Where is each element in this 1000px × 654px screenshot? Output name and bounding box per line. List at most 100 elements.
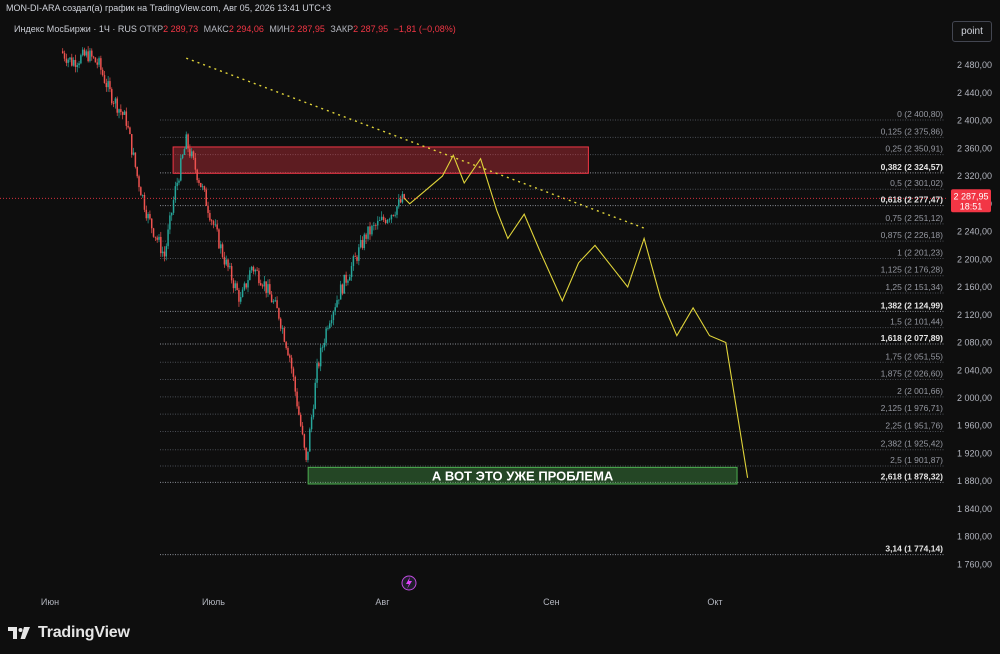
time-label: Июль bbox=[202, 597, 225, 607]
candle-body bbox=[347, 280, 349, 283]
candle-body bbox=[94, 57, 97, 63]
price-axis[interactable]: 2 480,00 2 440,00 2 400,00 2 360,00 2 320,00… bbox=[957, 60, 992, 569]
fib-level-label: 3,14 (1 774,14) bbox=[885, 544, 943, 554]
candle-body bbox=[69, 57, 71, 60]
candle-body bbox=[196, 169, 198, 181]
candle-body bbox=[203, 186, 206, 190]
fib-level-label: 1,5 (2 101,44) bbox=[890, 317, 943, 327]
fib-level-label: 2 (2 001,66) bbox=[897, 386, 943, 396]
candle-body bbox=[200, 182, 202, 188]
candle-body bbox=[227, 259, 229, 268]
price-tick-label: 1 960,00 bbox=[957, 421, 992, 431]
fib-level-label: 1,25 (2 151,34) bbox=[885, 282, 943, 292]
candle-body bbox=[345, 274, 347, 283]
fib-level-label: 0,25 (2 350,91) bbox=[885, 144, 943, 154]
price-tick-label: 1 880,00 bbox=[957, 476, 992, 486]
candle-body bbox=[63, 53, 66, 59]
candle-body bbox=[350, 266, 353, 278]
candle-body bbox=[207, 205, 209, 213]
candle-body bbox=[221, 244, 224, 257]
candle-body bbox=[312, 408, 315, 418]
candle-body bbox=[270, 294, 273, 303]
candle-body bbox=[307, 451, 309, 460]
price-tick-label: 2 200,00 bbox=[957, 254, 992, 264]
candle-body bbox=[289, 355, 291, 358]
candle-body bbox=[373, 224, 375, 226]
candle-body bbox=[109, 81, 111, 90]
candle-body bbox=[230, 266, 233, 281]
fib-level-label: 2,618 (1 878,32) bbox=[881, 471, 944, 481]
candle-body bbox=[163, 251, 166, 257]
candle-body bbox=[107, 81, 109, 88]
tradingview-logo-icon bbox=[8, 627, 30, 639]
candle-body bbox=[278, 308, 280, 319]
candle-body bbox=[236, 283, 238, 290]
candle-body bbox=[91, 50, 93, 57]
candle-body bbox=[114, 98, 117, 104]
candle-body bbox=[392, 214, 395, 216]
candle-body bbox=[121, 112, 124, 115]
fib-level-label: 2,125 (1 976,71) bbox=[881, 403, 944, 413]
fib-level-label: 0,618 (2 277,47) bbox=[881, 195, 944, 205]
fib-level-label: 1,875 (2 026,60) bbox=[881, 369, 944, 379]
price-tick-label: 2 120,00 bbox=[957, 310, 992, 320]
candle-body bbox=[380, 216, 383, 221]
trendline bbox=[186, 57, 645, 229]
candle-body bbox=[212, 221, 215, 225]
price-tick-label: 2 240,00 bbox=[957, 227, 992, 237]
candle-body bbox=[261, 285, 264, 287]
fib-level-label: 2,25 (1 951,76) bbox=[885, 420, 943, 430]
candle-body bbox=[247, 280, 249, 288]
fib-level-label: 1 (2 201,23) bbox=[897, 247, 943, 257]
candle-body bbox=[365, 234, 367, 239]
candle-body bbox=[305, 447, 307, 460]
annotation-label: А ВОТ ЭТО УЖЕ ПРОБЛЕМА bbox=[432, 469, 614, 484]
candle-body bbox=[209, 212, 211, 221]
candle-body bbox=[390, 214, 393, 220]
candle-body bbox=[152, 228, 155, 237]
fib-level-label: 2,382 (1 925,42) bbox=[881, 439, 944, 449]
candle-body bbox=[274, 300, 277, 302]
candle-body bbox=[136, 166, 138, 177]
candle-body bbox=[269, 284, 271, 295]
resistance-zone bbox=[172, 146, 589, 174]
candle-body bbox=[220, 244, 222, 249]
price-tick-label: 1 920,00 bbox=[957, 448, 992, 458]
candle-body bbox=[160, 236, 162, 254]
candle-body bbox=[321, 347, 324, 349]
candle-body bbox=[229, 266, 231, 268]
candle-body bbox=[141, 194, 144, 196]
lightning-icon bbox=[401, 575, 417, 591]
candle-body bbox=[371, 225, 373, 235]
time-label: Июн bbox=[41, 597, 59, 607]
candle-body bbox=[375, 224, 377, 226]
candle-body bbox=[290, 357, 293, 369]
candle-body bbox=[180, 158, 182, 181]
candle-body bbox=[356, 256, 358, 261]
zones: А ВОТ ЭТО УЖЕ ПРОБЛЕМА bbox=[172, 146, 738, 485]
projection-path bbox=[403, 153, 749, 478]
fib-level-label: 0,75 (2 251,12) bbox=[885, 213, 943, 223]
candle-body bbox=[192, 151, 195, 158]
candle-body bbox=[181, 154, 184, 159]
candle-body bbox=[225, 259, 227, 265]
fib-extension[interactable]: 0 (2 400,80) 0,125 (2 375,86) 0,25 (2 350,… bbox=[160, 109, 945, 556]
candle-body bbox=[76, 65, 78, 67]
candle-body bbox=[143, 194, 146, 210]
candle-body bbox=[378, 220, 381, 221]
candle-body bbox=[354, 256, 356, 258]
candle-body bbox=[234, 283, 237, 289]
candle-body bbox=[81, 49, 84, 56]
price-tick-label: 2 480,00 bbox=[957, 60, 992, 70]
candle-body bbox=[205, 189, 207, 206]
price-chart[interactable]: 0 (2 400,80) 0,125 (2 375,86) 0,25 (2 350,… bbox=[0, 0, 1000, 612]
time-axis[interactable]: Июн Июль Авг Сен Окт bbox=[41, 597, 723, 607]
candle-body bbox=[158, 236, 160, 240]
candle-body bbox=[147, 214, 149, 219]
candle-body bbox=[214, 224, 217, 226]
fib-level-label: 1,125 (2 176,28) bbox=[881, 265, 944, 275]
candle-body bbox=[314, 382, 316, 409]
candle-body bbox=[80, 55, 82, 64]
candle-body bbox=[169, 215, 171, 230]
candle-body bbox=[189, 148, 191, 157]
